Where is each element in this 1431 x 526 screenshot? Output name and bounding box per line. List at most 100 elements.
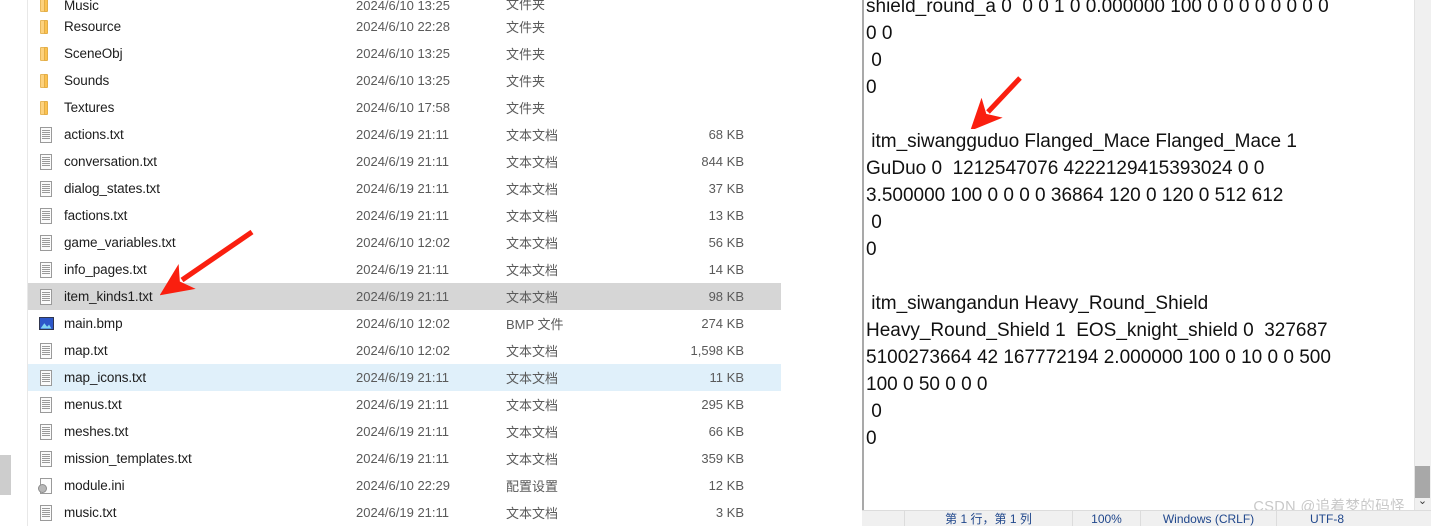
file-size: 359 KB xyxy=(701,451,744,466)
file-icon-cell xyxy=(28,234,64,251)
file-type: 文件夹 xyxy=(506,0,546,12)
file-name: menus.txt xyxy=(64,397,122,412)
file-row[interactable]: map_icons.txt 2024/6/19 21:11 文本文档 11 KB xyxy=(28,364,781,391)
file-name: music.txt xyxy=(64,505,117,520)
file-row[interactable]: map.txt 2024/6/10 12:02 文本文档 1,598 KB xyxy=(28,337,781,364)
file-type: 文本文档 xyxy=(506,209,559,224)
bmp-image-icon xyxy=(38,316,55,332)
notepad-left-border xyxy=(862,0,864,510)
file-size: 56 KB xyxy=(708,235,744,250)
file-row[interactable]: menus.txt 2024/6/19 21:11 文本文档 295 KB xyxy=(28,391,781,418)
file-size: 1,598 KB xyxy=(690,343,745,358)
notepad-line: 0 xyxy=(866,428,877,449)
folder-icon xyxy=(38,19,55,35)
file-size: 37 KB xyxy=(708,181,744,196)
file-row[interactable]: music.txt 2024/6/19 21:11 文本文档 3 KB xyxy=(28,499,781,526)
file-row[interactable]: mission_templates.txt 2024/6/19 21:11 文本文档… xyxy=(28,445,781,472)
file-row[interactable]: item_kinds1.txt 2024/6/19 21:11 文本文档 98 KB xyxy=(28,283,781,310)
file-date-modified: 2024/6/19 21:11 xyxy=(356,181,450,196)
file-size: 14 KB xyxy=(708,262,744,277)
file-size: 3 KB xyxy=(715,505,744,520)
notepad-line: 0 0 xyxy=(866,23,893,44)
status-line-ending[interactable]: Windows (CRLF) xyxy=(1141,511,1277,526)
notepad-vertical-scrollbar[interactable]: ⌄ xyxy=(1414,0,1431,510)
file-type: 文件夹 xyxy=(506,74,546,89)
text-file-icon xyxy=(38,396,55,413)
text-file-icon xyxy=(38,180,55,197)
file-name: Sounds xyxy=(64,73,110,88)
file-date-modified: 2024/6/19 21:11 xyxy=(356,289,450,304)
file-name: map_icons.txt xyxy=(64,370,146,385)
folder-icon xyxy=(38,0,55,13)
file-icon-cell xyxy=(28,100,64,116)
file-date-modified: 2024/6/19 21:11 xyxy=(356,154,450,169)
file-icon-cell xyxy=(28,369,64,386)
folder-icon xyxy=(38,73,55,89)
file-name: module.ini xyxy=(64,478,125,493)
file-row[interactable]: SceneObj 2024/6/10 13:25 文件夹 xyxy=(28,40,781,67)
file-type: 文件夹 xyxy=(506,20,546,35)
file-name: main.bmp xyxy=(64,316,123,331)
file-date-modified: 2024/6/19 21:11 xyxy=(356,424,450,439)
file-name: factions.txt xyxy=(64,208,128,223)
notepad-text-area[interactable]: shield_round_a 0 0 0 1 0 0.000000 100 0 … xyxy=(866,0,1390,452)
file-row[interactable]: module.ini 2024/6/10 22:29 配置设置 12 KB xyxy=(28,472,781,499)
file-row[interactable]: Sounds 2024/6/10 13:25 文件夹 xyxy=(28,67,781,94)
file-row[interactable]: meshes.txt 2024/6/19 21:11 文本文档 66 KB xyxy=(28,418,781,445)
file-type: BMP 文件 xyxy=(506,317,564,332)
file-type: 文本文档 xyxy=(506,263,559,278)
file-row[interactable]: game_variables.txt 2024/6/10 12:02 文本文档 56 … xyxy=(28,229,781,256)
file-date-modified: 2024/6/10 13:25 xyxy=(356,46,450,61)
folder-icon xyxy=(38,100,55,116)
file-type: 文件夹 xyxy=(506,47,546,62)
file-row[interactable]: dialog_states.txt 2024/6/19 21:11 文本文档 37 K… xyxy=(28,175,781,202)
text-file-icon xyxy=(38,288,55,305)
text-file-icon xyxy=(38,450,55,467)
text-file-icon xyxy=(38,207,55,224)
file-name: Resource xyxy=(64,19,121,34)
notepad-panel: shield_round_a 0 0 0 1 0 0.000000 100 0 … xyxy=(862,0,1431,526)
text-file-icon xyxy=(38,234,55,251)
file-row[interactable]: Resource 2024/6/10 22:28 文件夹 xyxy=(28,13,781,40)
file-date-modified: 2024/6/10 17:58 xyxy=(356,100,450,115)
status-encoding[interactable]: UTF-8 xyxy=(1277,511,1377,526)
notepad-line: 0 xyxy=(866,77,877,98)
file-type: 文本文档 xyxy=(506,425,559,440)
file-row[interactable]: Music 2024/6/10 13:25 文件夹 xyxy=(28,0,781,13)
file-icon-cell xyxy=(28,153,64,170)
chevron-down-icon[interactable]: ⌄ xyxy=(1415,494,1430,508)
file-name: Music xyxy=(64,0,99,13)
file-type: 文件夹 xyxy=(506,101,546,116)
file-name: SceneObj xyxy=(64,46,123,61)
file-name: dialog_states.txt xyxy=(64,181,160,196)
status-zoom-level[interactable]: 100% xyxy=(1073,511,1141,526)
notepad-line xyxy=(866,263,1390,290)
file-name: item_kinds1.txt xyxy=(64,289,153,304)
file-icon-cell xyxy=(28,316,64,332)
explorer-scrollbar-thumb[interactable] xyxy=(0,455,11,495)
file-row[interactable]: main.bmp 2024/6/10 12:02 BMP 文件 274 KB xyxy=(28,310,781,337)
explorer-scrollbar-track[interactable] xyxy=(0,0,11,526)
file-icon-cell xyxy=(28,396,64,413)
status-bar-spacer xyxy=(862,511,905,526)
file-name: Textures xyxy=(64,100,115,115)
file-date-modified: 2024/6/10 13:25 xyxy=(356,73,450,88)
file-size: 295 KB xyxy=(701,397,744,412)
file-row[interactable]: factions.txt 2024/6/19 21:11 文本文档 13 KB xyxy=(28,202,781,229)
notepad-line: 0 xyxy=(866,239,877,260)
file-icon-cell xyxy=(28,46,64,62)
file-type: 文本文档 xyxy=(506,398,559,413)
file-row[interactable]: conversation.txt 2024/6/19 21:11 文本文档 844 K… xyxy=(28,148,781,175)
file-row[interactable]: Textures 2024/6/10 17:58 文件夹 xyxy=(28,94,781,121)
text-file-icon xyxy=(38,261,55,278)
file-row[interactable]: info_pages.txt 2024/6/19 21:11 文本文档 14 KB xyxy=(28,256,781,283)
file-explorer-panel: a Music2024/6/10 13:25文件夹Resource2024/6/… xyxy=(0,0,781,526)
file-row[interactable]: actions.txt 2024/6/19 21:11 文本文档 68 KB xyxy=(28,121,781,148)
text-file-icon xyxy=(38,153,55,170)
file-icon-cell xyxy=(28,342,64,359)
file-date-modified: 2024/6/19 21:11 xyxy=(356,505,450,520)
window-gap xyxy=(781,0,862,526)
text-file-icon xyxy=(38,423,55,440)
file-icon-cell xyxy=(28,207,64,224)
file-date-modified: 2024/6/19 21:11 xyxy=(356,370,450,385)
